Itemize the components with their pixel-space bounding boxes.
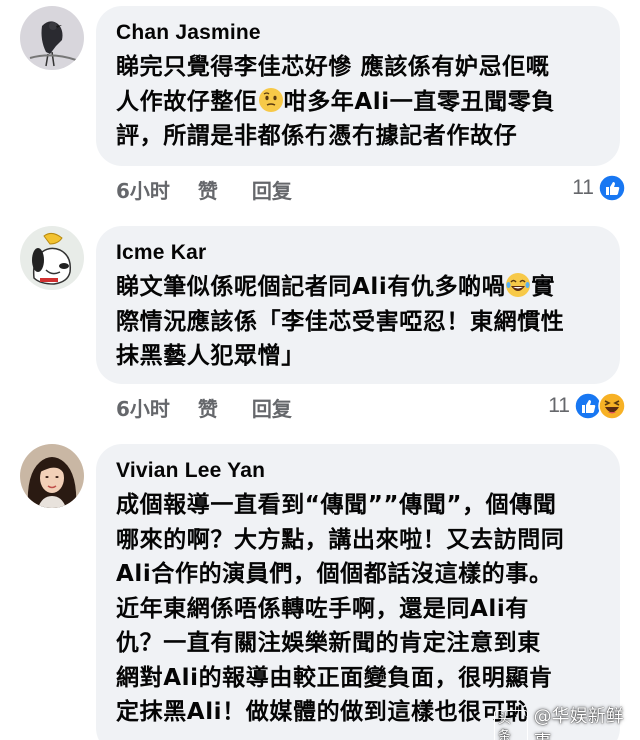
- watermark: 头条 @华娱新鲜事: [494, 702, 640, 740]
- reply-button[interactable]: 回复: [252, 393, 292, 422]
- bird-avatar-icon: [20, 6, 84, 70]
- reaction-count: 11: [572, 176, 594, 199]
- comment-line: 成個報導一直看到“傳聞””傳聞”，個傳聞: [116, 492, 557, 518]
- comment-line: 近年東網係唔係轉咗手啊，還是同Ali有: [116, 595, 529, 622]
- comment-line: 抹黑藝人犯眾憎」: [116, 343, 305, 369]
- comment-text: 睇完只覺得李佳芯好慘 應該係有妒忌佢嘅 人作故仔整佢 咁多年Ali一直零丑聞零負 …: [116, 50, 600, 154]
- comment-line: 際情況應該係「李佳芯受害啞忍！東網慣性: [116, 308, 565, 335]
- reaction-count: 11: [548, 394, 570, 417]
- avatar[interactable]: [20, 226, 84, 290]
- watermark-text: @华娱新鲜事: [533, 706, 624, 740]
- comment-line: 睇文筆似係呢個記者同Ali有仇多啲喎實: [116, 270, 600, 305]
- comment-text: 成個報導一直看到“傳聞””傳聞”，個傳聞 哪來的啊？大方點，講出來啦！又去訪問同…: [116, 488, 600, 730]
- comment-timestamp[interactable]: 6小时: [116, 393, 170, 422]
- comment-line: 人作故仔整佢 咁多年Ali一直零丑聞零負: [116, 85, 600, 120]
- comment-bubble: Icme Kar 睇文筆似係呢個記者同Ali有仇多啲喎實 際情況應該係「李佳芯受…: [96, 226, 620, 384]
- comment-line-part: 睇文筆似係呢個記者同Ali有仇多啲喎: [116, 274, 506, 300]
- comment-line: 哪來的啊？大方點，講出來啦！又去訪問同: [116, 526, 565, 553]
- comment-text: 睇文筆似係呢個記者同Ali有仇多啲喎實 際情況應該係「李佳芯受害啞忍！東網慣性 …: [116, 270, 600, 374]
- snoopy-avatar-icon: [20, 226, 84, 290]
- comment-line-part: 人作故仔整佢: [116, 88, 258, 115]
- comment-line: 評，所謂是非都係冇憑冇據記者作故仔: [116, 123, 518, 149]
- comment-actions: 6小时 赞 回复: [116, 174, 326, 204]
- comment-line: 睇完只覺得李佳芯好慘 應該係有妒忌佢嘅: [116, 54, 550, 80]
- reply-button[interactable]: 回复: [252, 175, 292, 204]
- laughing-tears-emoji-icon: [506, 273, 531, 297]
- avatar[interactable]: [20, 6, 84, 70]
- comment-line: 網對Ali的報導由較正面變負面，很明顯肯: [116, 664, 553, 691]
- watermark-badge: 头条: [494, 710, 528, 740]
- reaction-summary[interactable]: 11: [572, 172, 626, 204]
- comment-author[interactable]: Vivian Lee Yan: [116, 456, 600, 486]
- comment-bubble: Vivian Lee Yan 成個報導一直看到“傳聞””傳聞”，個傳聞 哪來的啊…: [96, 444, 620, 740]
- haha-reaction-icon: [598, 392, 626, 420]
- like-button[interactable]: 赞: [198, 175, 218, 204]
- avatar[interactable]: [20, 444, 84, 508]
- comment-line-part: 咁多年Ali一直零丑聞零負: [283, 88, 555, 115]
- woman-photo-avatar-icon: [20, 444, 84, 508]
- comment-bubble: Chan Jasmine 睇完只覺得李佳芯好慘 應該係有妒忌佢嘅 人作故仔整佢咁…: [96, 6, 620, 166]
- comment-author[interactable]: Chan Jasmine: [116, 18, 600, 48]
- reaction-summary[interactable]: 11: [548, 390, 626, 422]
- comment-actions: 6小时 赞 回复: [116, 392, 326, 422]
- comment-line: Ali合作的演員們，個個都話沒這樣的事。: [116, 561, 553, 587]
- comment-line: 仇？一直有關注娛樂新聞的肯定注意到東: [116, 630, 541, 656]
- thinking-face-emoji-icon: [258, 87, 283, 112]
- like-reaction-icon: [598, 174, 626, 202]
- like-button[interactable]: 赞: [198, 393, 218, 422]
- comment-timestamp[interactable]: 6小时: [116, 175, 170, 204]
- comment-author[interactable]: Icme Kar: [116, 238, 600, 268]
- comment-line-part: 實: [531, 274, 555, 300]
